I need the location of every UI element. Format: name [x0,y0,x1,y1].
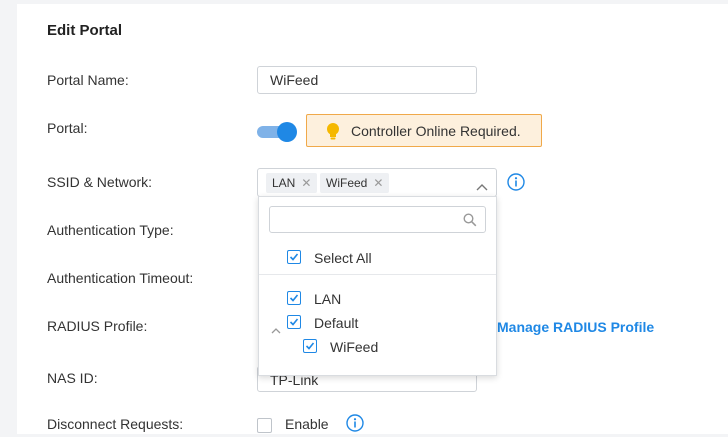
option-wifeed-label[interactable]: WiFeed [330,339,378,355]
disconnect-requests-label: Disconnect Requests: [47,416,183,432]
auth-timeout-label-text: Authentication Timeout [47,270,190,286]
enable-label: Enable [285,416,329,432]
check-icon [305,342,315,350]
colon: : [169,222,174,238]
auth-type-label-text: Authentication Type [47,222,170,238]
colon: : [124,72,129,88]
portal-name-label-text: Portal Name [47,72,125,88]
ssid-network-select[interactable]: LAN ✕ WiFeed ✕ [257,168,497,197]
caret-up-icon[interactable] [271,321,281,339]
option-lan-label[interactable]: LAN [314,291,341,307]
manage-radius-link[interactable]: Manage RADIUS Profile [497,319,654,335]
colon: : [83,120,88,136]
ssid-tag: LAN ✕ [266,173,318,193]
colon: : [93,370,98,386]
portal-label: Portal: [47,120,87,136]
check-icon [289,253,299,261]
nas-id-label: NAS ID: [47,370,98,386]
info-icon[interactable] [507,173,525,196]
radius-profile-label: RADIUS Profile: [47,318,147,334]
controller-warning: Controller Online Required. [306,114,542,147]
ssid-tag: WiFeed ✕ [320,173,390,193]
portal-name-input[interactable]: WiFeed [257,66,477,94]
portal-name-label: Portal Name: [47,72,129,88]
close-icon[interactable]: ✕ [301,176,311,190]
warning-text: Controller Online Required. [351,123,521,139]
auth-type-label: Authentication Type: [47,222,174,238]
select-all-checkbox[interactable] [287,250,301,264]
ssid-dropdown: Select All LAN Default WiFeed [258,196,497,376]
search-icon [463,213,477,232]
select-all-label[interactable]: Select All [314,250,372,266]
portal-label-text: Portal [47,120,84,136]
check-icon [289,318,299,326]
colon: : [189,270,194,286]
colon: : [179,416,184,432]
option-wifeed-checkbox[interactable] [303,339,317,353]
info-icon[interactable] [346,414,364,437]
portal-name-value: WiFeed [270,72,319,88]
ssid-tag-label: WiFeed [326,176,368,190]
option-default-label[interactable]: Default [314,315,358,331]
colon: : [148,174,153,190]
enable-checkbox[interactable] [257,418,272,433]
ssid-label: SSID & Network: [47,174,152,190]
colon: : [143,318,148,334]
nas-id-label-text: NAS ID [47,370,94,386]
radius-label-text: RADIUS Profile [47,318,144,334]
option-lan-checkbox[interactable] [287,291,301,305]
disconnect-label-text: Disconnect Requests [47,416,180,432]
ssid-label-text: SSID & Network [47,174,149,190]
close-icon[interactable]: ✕ [373,176,383,190]
portal-toggle[interactable] [257,122,297,142]
chevron-up-icon[interactable] [476,178,488,196]
dropdown-search-input[interactable] [269,206,486,233]
page-title: Edit Portal [47,22,123,39]
toggle-knob [277,122,297,142]
ssid-tag-label: LAN [272,176,296,190]
auth-timeout-label: Authentication Timeout: [47,270,193,286]
check-icon [289,294,299,302]
option-default-checkbox[interactable] [287,315,301,329]
bulb-icon [325,122,341,143]
dropdown-divider [259,274,496,275]
